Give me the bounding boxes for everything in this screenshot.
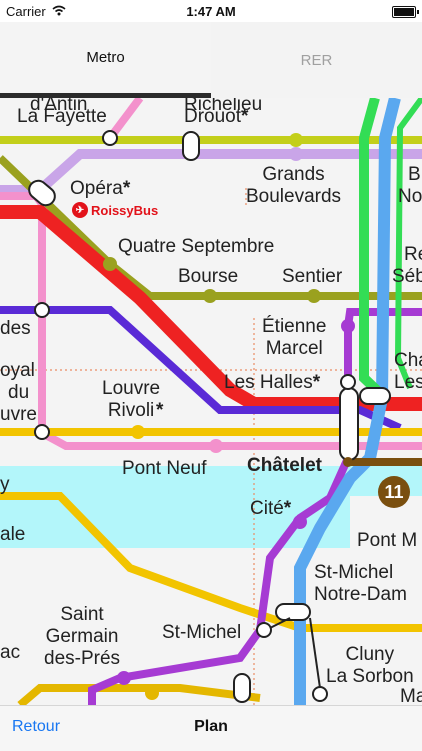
station-label-cite[interactable]: Cité* [250, 498, 291, 520]
station-label-partial: Re [404, 244, 422, 265]
status-bar: Carrier 1:47 AM [0, 0, 422, 22]
station-label-louvre-rivoli[interactable]: Louvre Rivoli [102, 378, 160, 422]
tab-metro-label: Metro [86, 49, 125, 66]
station-label-cluny[interactable]: Cluny La Sorbon [326, 644, 414, 688]
battery-icon [392, 6, 419, 18]
station-label-partial: du [8, 382, 30, 403]
station-label-partial: Cha [394, 350, 422, 371]
bottom-toolbar: Retour Plan [0, 705, 422, 751]
station-label-partial: ac [0, 642, 21, 663]
station-label-quatre-septembre[interactable]: Quatre Septembre [118, 236, 274, 258]
line-8 [0, 149, 422, 195]
station-label-partial: No [398, 186, 422, 207]
station-label-st-michel[interactable]: St-Michel [162, 622, 241, 644]
station-label-partial: Les [394, 372, 422, 393]
station-label-st-michel-notre-dame[interactable]: St-Michel Notre-Dam [314, 562, 407, 606]
station-label-partial: oyal [0, 360, 35, 381]
station-label-partial: Ma [400, 686, 422, 705]
station-label-partial: des [0, 318, 31, 339]
station-label-partial: Séb [392, 266, 422, 287]
metro-map[interactable]: d'Antin Richelieu La Fayette Drouot* Opé… [0, 98, 422, 705]
station-label-les-halles[interactable]: Les Halles* [224, 372, 320, 394]
station-label-pont-neuf[interactable]: Pont Neuf [122, 458, 207, 480]
station-label-bourse[interactable]: Bourse [178, 266, 238, 288]
station-label-partial: ale [0, 524, 26, 545]
line-type-tabs: Metro RER [0, 22, 422, 98]
star-icon: * [156, 400, 164, 421]
line-11-badge: 11 [378, 476, 410, 508]
station-label-sentier[interactable]: Sentier [282, 266, 342, 288]
tab-rer-label: RER [300, 51, 333, 69]
tab-metro[interactable]: Metro [0, 22, 211, 98]
clock: 1:47 AM [186, 4, 236, 19]
toolbar-title: Plan [194, 718, 228, 735]
station-label-la-fayette[interactable]: La Fayette [17, 106, 107, 128]
tab-rer[interactable]: RER [211, 22, 422, 98]
station-label-chatelet[interactable]: Châtelet [247, 455, 322, 477]
station-label-drouot[interactable]: Drouot* [184, 106, 248, 128]
station-label-saint-germain[interactable]: Saint Germain des-Prés [44, 604, 120, 670]
station-label-partial: y [0, 474, 10, 495]
station-label-grands-boulevards[interactable]: Grands Boulevards [246, 164, 341, 208]
station-label-opera[interactable]: Opéra* [70, 178, 130, 200]
station-label-etienne-marcel[interactable]: Étienne Marcel [262, 316, 326, 360]
station-label-partial: B [408, 164, 421, 185]
roissybus-badge: ✈ RoissyBus [72, 202, 158, 218]
station-label-partial: uvre [0, 404, 37, 425]
station-label-pont-marie[interactable]: Pont M [357, 530, 417, 552]
plane-icon: ✈ [72, 202, 88, 218]
